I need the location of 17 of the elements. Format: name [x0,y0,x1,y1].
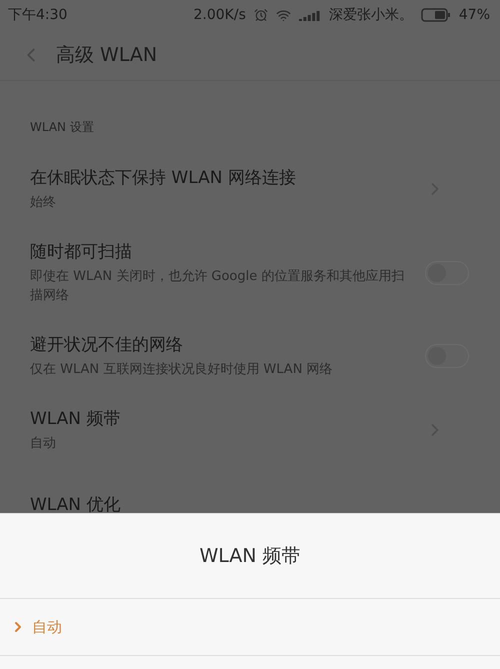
sheet-title: WLAN 频带 [199,544,301,569]
setting-title[interactable]: WLAN 优化 [30,492,405,516]
setting-title[interactable]: WLAN 频带 [30,407,405,430]
option-item[interactable]: 自动 [0,599,500,656]
setting-title[interactable]: 避开状况不佳的网络 [30,333,405,356]
battery-icon [420,8,451,22]
alarm-icon [254,8,268,22]
section-label: WLAN 设置 [30,120,94,134]
page-title: 高级 WLAN [56,43,158,68]
setting-title[interactable]: 在休眠状态下保持 WLAN 网络连接 [30,166,405,189]
setting-title[interactable]: 随时都可扫描 [30,240,405,263]
signal-icon [298,9,321,21]
wifi-icon [276,8,291,22]
status-time: 下午4:30 [8,6,68,24]
battery-percent: 47% [458,7,490,23]
carrier-name: 深爱张小米。 [328,6,413,24]
network-speed: 2.00K/s [194,7,246,23]
